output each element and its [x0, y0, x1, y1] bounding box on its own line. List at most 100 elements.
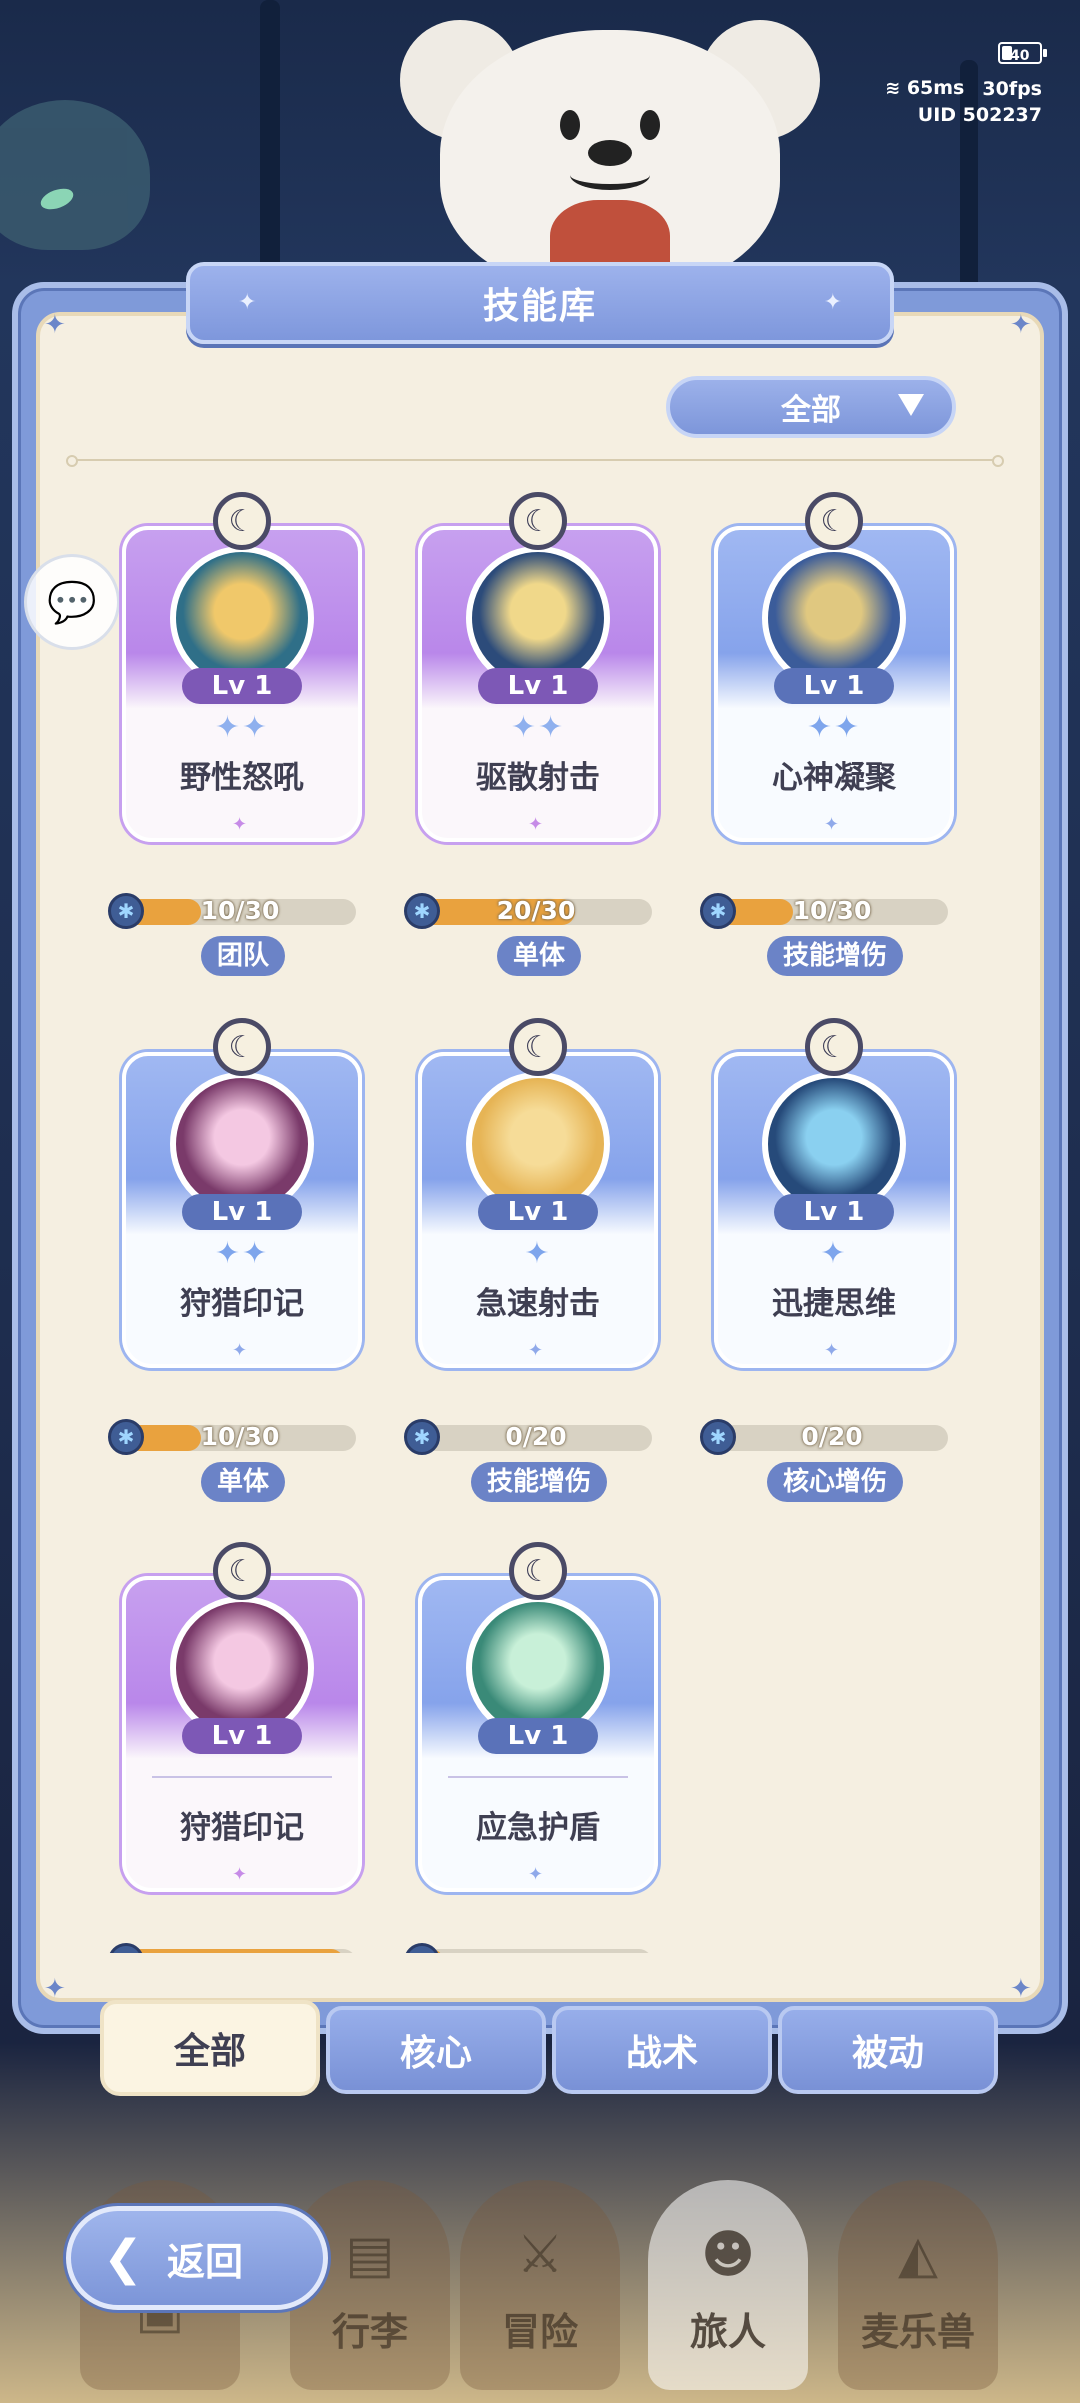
- progress-text: 0/20: [801, 1422, 863, 1451]
- corner-star-icon: ✦: [1010, 1974, 1032, 2004]
- gem-icon: ✱: [700, 1419, 736, 1455]
- moon-crest-icon: ☾: [805, 492, 863, 550]
- star-rating-icon: [418, 1760, 658, 1795]
- panel-title-banner: ✦ 技能库 ✦: [186, 262, 894, 344]
- progress-text: 10/30: [792, 896, 872, 925]
- skill-progress-bar: ✱: [404, 1943, 654, 1953]
- progress-track: [124, 1949, 356, 1953]
- caret-down-icon: [898, 394, 924, 416]
- skill-tag: 单体: [496, 936, 582, 976]
- star-rating-icon: ✦✦: [806, 710, 862, 745]
- skill-level: Lv 1: [478, 1718, 598, 1754]
- status-overlay: 40 ≋ 65ms 30fps UID 502237: [885, 42, 1047, 128]
- divider: [66, 455, 1004, 467]
- moon-crest-icon: ☾: [805, 1018, 863, 1076]
- diamond-icon: ✦: [824, 1340, 840, 1361]
- diamond-icon: ✦: [232, 1340, 248, 1361]
- skill-tag: 单体: [200, 1462, 286, 1502]
- moon-crest-icon: ☾: [509, 1018, 567, 1076]
- traveler-avatar-icon: ☻: [700, 2225, 756, 2285]
- gem-icon: ✱: [108, 1419, 144, 1455]
- tab-passive[interactable]: 被动: [778, 2006, 998, 2094]
- skill-tag: 技能增伤: [470, 1462, 608, 1502]
- panel-title: 技能库: [482, 286, 597, 327]
- skill-progress-bar: ✱: [108, 1943, 358, 1953]
- diamond-icon: ✦: [823, 290, 842, 315]
- skill-name: 狩猎印记: [180, 1810, 304, 1846]
- filter-dropdown[interactable]: 全部: [666, 376, 956, 438]
- progress-text: 0/20: [505, 1422, 567, 1451]
- progress-track: [420, 1949, 652, 1953]
- progress-fill: [124, 1949, 345, 1953]
- skill-tag: 核心增伤: [766, 1462, 904, 1502]
- gem-icon: ✱: [404, 1943, 440, 1953]
- corner-star-icon: ✦: [1010, 310, 1032, 340]
- skill-progress-bar: 10/30 ✱: [700, 893, 950, 929]
- corner-star-icon: ✦: [44, 310, 66, 340]
- ghost-cat-illustration: [0, 100, 150, 250]
- diamond-icon: ✦: [528, 814, 544, 835]
- category-tabs: 全部 核心 战术 被动: [100, 2000, 1000, 2096]
- skill-progress-bar: 0/20 ✱: [700, 1419, 950, 1455]
- skill-progress-bar: 0/20 ✱: [404, 1419, 654, 1455]
- gem-icon: ✱: [404, 893, 440, 929]
- moon-crest-icon: ☾: [213, 492, 271, 550]
- wifi-icon: ≋: [885, 78, 901, 99]
- diamond-icon: ✦: [528, 1340, 544, 1361]
- skill-level: Lv 1: [478, 668, 598, 704]
- gem-icon: ✱: [108, 893, 144, 929]
- diamond-icon: ✦: [824, 814, 840, 835]
- nav-item-adventure[interactable]: ⚔ 冒险: [460, 2180, 620, 2390]
- fps-readout: 30fps: [982, 77, 1042, 100]
- diamond-icon: ✦: [232, 814, 248, 835]
- skill-name: 心神凝聚: [772, 760, 896, 796]
- moon-crest-icon: ☾: [213, 1542, 271, 1600]
- skill-name: 急速射击: [476, 1286, 600, 1322]
- bear-character-illustration: [400, 10, 820, 300]
- diamond-icon: ✦: [528, 1864, 544, 1885]
- crossed-swords-icon: ⚔: [516, 2225, 564, 2285]
- battery-icon: 40: [998, 42, 1047, 64]
- star-rating-icon: ✦✦: [510, 710, 566, 745]
- star-rating-icon: ✦✦: [214, 710, 270, 745]
- moon-crest-icon: ☾: [213, 1018, 271, 1076]
- progress-text: 10/30: [200, 896, 280, 925]
- filter-selected-value: 全部: [781, 393, 841, 428]
- tab-tactics[interactable]: 战术: [552, 2006, 772, 2094]
- back-label: 返回: [167, 2239, 244, 2284]
- skill-progress-bar: 20/30 ✱: [404, 893, 654, 929]
- chest-icon: ▤: [345, 2225, 395, 2285]
- gem-icon: ✱: [404, 1419, 440, 1455]
- network-ping: ≋ 65ms: [885, 77, 965, 99]
- gem-icon: ✱: [108, 1943, 144, 1953]
- skill-progress-bar: 10/30 ✱: [108, 1419, 358, 1455]
- gem-icon: ✱: [700, 893, 736, 929]
- skill-tag: 团队: [200, 936, 286, 976]
- skill-level: Lv 1: [478, 1194, 598, 1230]
- skill-name: 野性怒吼: [180, 760, 304, 796]
- nav-item-pets[interactable]: ◭ 麦乐兽: [838, 2180, 998, 2390]
- back-arrow-icon: ❮: [102, 2230, 144, 2286]
- skill-name: 应急护盾: [476, 1810, 600, 1846]
- skill-name: 驱散射击: [476, 760, 600, 796]
- skill-name: 狩猎印记: [180, 1286, 304, 1322]
- nav-item-traveler[interactable]: ☻ 旅人: [648, 2180, 808, 2390]
- skill-level: Lv 1: [774, 1194, 894, 1230]
- diamond-icon: ✦: [238, 290, 257, 315]
- tab-core[interactable]: 核心: [326, 2006, 546, 2094]
- star-rating-icon: [122, 1760, 362, 1795]
- star-rating-icon: ✦✦: [214, 1236, 270, 1271]
- uid-label: UID 502237: [917, 104, 1042, 126]
- back-button[interactable]: ❮ 返回: [66, 2206, 328, 2310]
- skill-name: 迅捷思维: [772, 1286, 896, 1322]
- progress-text: 10/30: [200, 1422, 280, 1451]
- skill-level: Lv 1: [774, 668, 894, 704]
- moon-crest-icon: ☾: [509, 1542, 567, 1600]
- diamond-icon: ✦: [232, 1864, 248, 1885]
- star-rating-icon: ✦: [524, 1236, 552, 1271]
- skill-level: Lv 1: [182, 1194, 302, 1230]
- tree-trunk: [260, 0, 280, 300]
- star-rating-icon: ✦: [820, 1236, 848, 1271]
- progress-text: 20/30: [496, 896, 576, 925]
- tab-all[interactable]: 全部: [100, 2000, 320, 2096]
